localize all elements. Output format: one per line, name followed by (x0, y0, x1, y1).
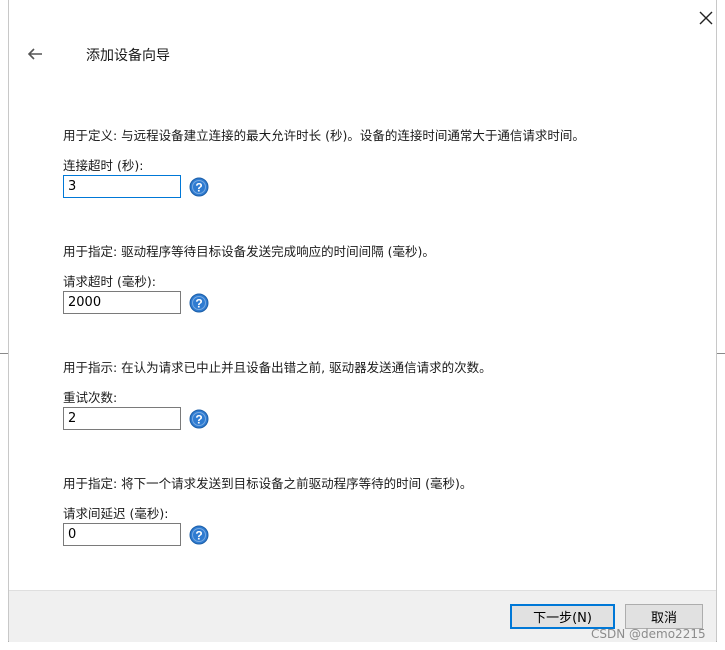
retry-count-input[interactable] (63, 407, 181, 430)
retry-count-description: 用于指示: 在认为请求已中止并且设备出错之前, 驱动器发送通信请求的次数。 (63, 360, 492, 375)
close-icon (699, 11, 713, 25)
svg-text:?: ? (195, 181, 202, 195)
close-button[interactable] (689, 4, 723, 32)
inter-request-delay-input[interactable] (63, 523, 181, 546)
cancel-button[interactable]: 取消 (625, 604, 703, 629)
help-icon[interactable]: ? (189, 293, 209, 313)
svg-text:?: ? (195, 297, 202, 311)
next-button[interactable]: 下一步(N) (510, 604, 615, 629)
connection-timeout-description: 用于定义: 与远程设备建立连接的最大允许时长 (秒)。设备的连接时间通常大于通信… (63, 128, 585, 143)
help-icon[interactable]: ? (189, 525, 209, 545)
request-timeout-description: 用于指定: 驱动程序等待目标设备发送完成响应的时间间隔 (毫秒)。 (63, 244, 435, 259)
help-icon[interactable]: ? (189, 177, 209, 197)
watermark: CSDN @demo2215 (591, 627, 706, 641)
help-icon[interactable]: ? (189, 409, 209, 429)
inter-request-delay-description: 用于指定: 将下一个请求发送到目标设备之前驱动程序等待的时间 (毫秒)。 (63, 476, 473, 491)
svg-text:?: ? (195, 413, 202, 427)
background-divider-right (717, 353, 725, 354)
request-timeout-label: 请求超时 (毫秒): (63, 274, 156, 289)
background-divider-left (0, 353, 8, 354)
arrow-left-icon (27, 48, 42, 60)
connection-timeout-label: 连接超时 (秒): (63, 158, 144, 173)
svg-text:?: ? (195, 529, 202, 543)
request-timeout-input[interactable] (63, 291, 181, 314)
retry-count-label: 重试次数: (63, 390, 118, 405)
back-button[interactable] (23, 42, 47, 66)
add-device-wizard-dialog: 添加设备向导 用于定义: 与远程设备建立连接的最大允许时长 (秒)。设备的连接时… (8, 0, 717, 642)
connection-timeout-input[interactable] (63, 175, 181, 198)
inter-request-delay-label: 请求间延迟 (毫秒): (63, 506, 169, 521)
dialog-title: 添加设备向导 (86, 48, 170, 64)
